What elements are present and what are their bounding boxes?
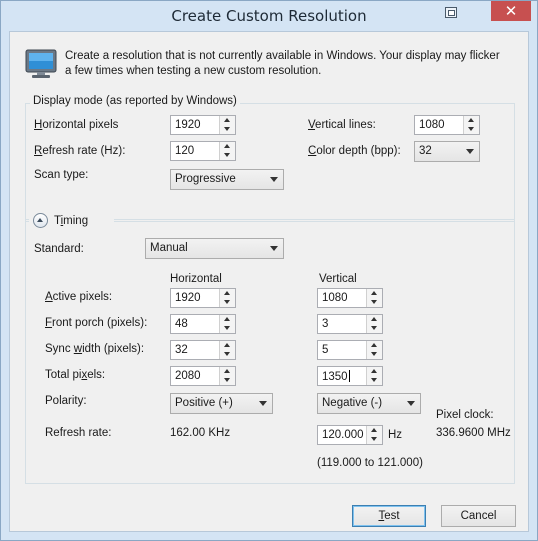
spin-down-icon[interactable] — [220, 125, 235, 134]
spin-down-icon[interactable] — [367, 298, 382, 307]
dialog-body: Create a resolution that is not currentl… — [9, 31, 529, 532]
timing-label: Timing — [54, 215, 89, 227]
refresh-range-label: (119.000 to 121.000) — [317, 457, 423, 469]
color-depth-label: Color depth (bpp): — [308, 145, 401, 157]
spin-down-icon[interactable] — [220, 151, 235, 160]
timing-refresh-rate-label: Refresh rate: — [45, 427, 112, 439]
polarity-label: Polarity: — [45, 395, 87, 407]
chevron-down-icon — [270, 177, 278, 182]
vertical-lines-label: Vertical lines: — [308, 119, 376, 131]
front-porch-h-stepper[interactable]: 48 — [170, 314, 236, 334]
active-pixels-h-stepper[interactable]: 1920 — [170, 288, 236, 308]
total-pixels-label: Total pixels: — [45, 369, 106, 381]
vertical-refresh-stepper[interactable]: 120.000 — [317, 425, 383, 445]
spin-down-icon[interactable] — [220, 376, 235, 385]
sync-width-label: Sync width (pixels): — [45, 343, 145, 355]
color-depth-select[interactable]: 32 — [414, 141, 480, 162]
close-button[interactable]: ✕ — [491, 1, 531, 21]
chevron-down-icon — [259, 401, 267, 406]
refresh-unit-label: Hz — [388, 429, 403, 441]
front-porch-label: Front porch (pixels): — [45, 317, 148, 329]
active-pixels-v-stepper[interactable]: 1080 — [317, 288, 383, 308]
display-mode-group-label: Display mode (as reported by Windows) — [30, 95, 240, 107]
spin-down-icon[interactable] — [464, 125, 479, 134]
collapse-arrow-icon[interactable] — [33, 213, 48, 228]
chevron-down-icon — [270, 246, 278, 251]
spin-down-icon[interactable] — [367, 435, 382, 444]
title-bar: Create Custom Resolution ✕ — [1, 1, 537, 31]
total-pixels-h-stepper[interactable]: 2080 — [170, 366, 236, 386]
polarity-v-select[interactable]: Negative (-) — [317, 393, 421, 414]
spin-down-icon[interactable] — [220, 298, 235, 307]
intro-text: Create a resolution that is not currentl… — [65, 50, 500, 77]
horizontal-pixels-stepper[interactable]: 1920 — [170, 115, 236, 135]
horizontal-refresh-value: 162.00 KHz — [170, 427, 231, 439]
scan-type-select[interactable]: Progressive — [170, 169, 284, 190]
chevron-down-icon — [407, 401, 415, 406]
horizontal-pixels-label: Horizontal pixels — [34, 119, 119, 131]
vertical-lines-stepper[interactable]: 1080 — [414, 115, 480, 135]
sync-width-h-stepper[interactable]: 32 — [170, 340, 236, 360]
chevron-down-icon — [466, 149, 474, 154]
cancel-button[interactable]: Cancel — [441, 505, 516, 527]
text-caret — [348, 370, 350, 382]
spin-down-icon[interactable] — [367, 376, 382, 385]
spin-down-icon[interactable] — [220, 350, 235, 359]
spin-down-icon[interactable] — [367, 350, 382, 359]
vertical-column-header: Vertical — [319, 273, 357, 285]
refresh-rate-label: Refresh rate (Hz): — [34, 145, 126, 157]
monitor-icon — [25, 49, 57, 78]
front-porch-v-stepper[interactable]: 3 — [317, 314, 383, 334]
window-menu-icon[interactable] — [445, 7, 457, 18]
scan-type-label: Scan type: — [34, 169, 89, 181]
dialog-window: Create Custom Resolution ✕ Create a reso… — [0, 0, 538, 541]
sync-width-v-stepper[interactable]: 5 — [317, 340, 383, 360]
test-button[interactable]: Test — [352, 505, 426, 527]
polarity-h-select[interactable]: Positive (+) — [170, 393, 273, 414]
active-pixels-label: Active pixels: — [45, 291, 113, 303]
pixel-clock-label: Pixel clock: — [436, 409, 494, 421]
pixel-clock-value: 336.9600 MHz — [436, 427, 511, 439]
spin-down-icon[interactable] — [220, 324, 235, 333]
horizontal-column-header: Horizontal — [170, 273, 222, 285]
total-pixels-v-stepper[interactable]: 1350 — [317, 366, 383, 386]
standard-label: Standard: — [34, 243, 84, 255]
standard-select[interactable]: Manual — [145, 238, 284, 259]
refresh-rate-stepper[interactable]: 120 — [170, 141, 236, 161]
spin-down-icon[interactable] — [367, 324, 382, 333]
